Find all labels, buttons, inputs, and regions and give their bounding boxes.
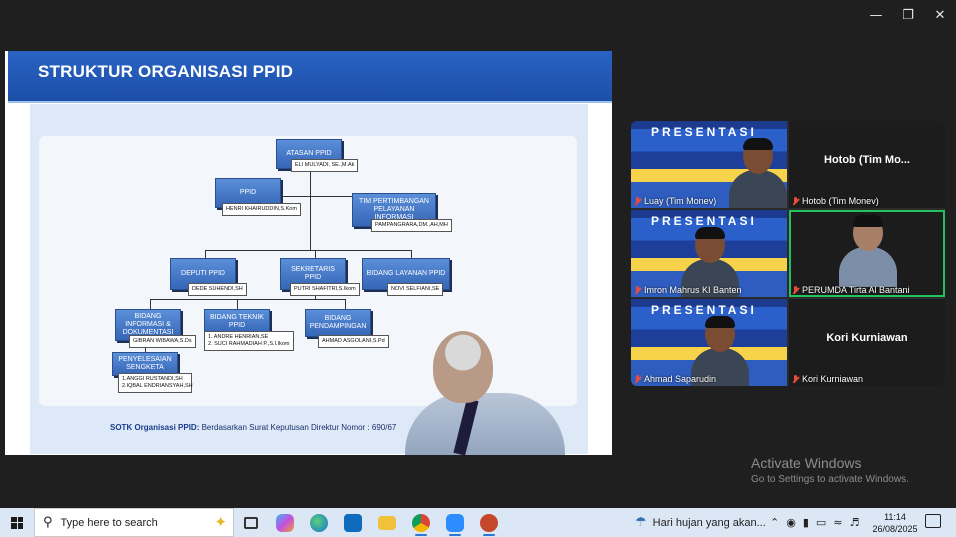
taskbar: ⚲ Type here to search ✦ ☂ Hari hujan yan… [0,508,956,537]
presenter-video [405,331,565,455]
chevron-up-icon[interactable]: ⌃ [770,516,779,529]
system-tray: ⌃ ◉ ▮ ▭ ≈ ♬ [770,508,859,537]
search-icon: ⚲ [43,515,53,530]
mic-muted-icon [634,285,641,295]
bidang-pendampingan-box: BIDANG PENDAMPINGAN [305,309,371,337]
close-icon[interactable]: ✕ [924,0,956,30]
ppid-name: HENRI KHAIRUDDIN,S.Kom [222,203,301,216]
slide-title: STRUKTUR ORGANISASI PPID [8,51,612,103]
sekretaris-ppid-name: PUTRI SHAFITRI,S.Ikom [290,283,360,296]
notification-icon[interactable] [925,514,941,528]
microphone-icon[interactable]: ▮ [803,516,809,529]
shared-screen: STRUKTUR ORGANISASI PPID ATASAN PPID ELI… [5,51,612,455]
weather-widget[interactable]: ☂ Hari hujan yang akan... [635,508,766,537]
wifi-icon[interactable]: ≈ [833,516,842,529]
powerpoint-icon[interactable] [472,508,506,537]
bidang-pendampingan-name: AHMAD ASGOLANI,S.Pd [318,335,389,348]
mic-muted-icon [634,374,641,384]
zoom-icon[interactable] [438,508,472,537]
bidang-layanan-name: NOVI SELFIANI,SE [387,283,444,296]
file-explorer-icon[interactable] [370,508,404,537]
outlook-icon[interactable] [336,508,370,537]
windows-logo-icon [11,516,23,529]
sparkle-icon: ✦ [214,514,227,531]
activate-windows-watermark: Activate Windows Go to Settings to activ… [751,455,909,485]
battery-icon[interactable]: ▭ [816,516,826,529]
atasan-ppid-name: ELI MULYADI, SE.,M.Ak [291,159,359,172]
taskbar-search[interactable]: ⚲ Type here to search ✦ [34,508,234,537]
edge-icon[interactable] [302,508,336,537]
participant-tile[interactable]: PRESENTASI Imron Mahrus KI Banten [631,210,787,297]
participant-tile[interactable]: Hotob (Tim Mo... Hotob (Tim Monev) [789,121,945,208]
task-view-icon[interactable] [234,508,268,537]
participant-tile[interactable]: PRESENTASI Luay (Tim Monev) [631,121,787,208]
mic-muted-icon [792,196,799,206]
penyelesaian-sengketa-names: 1.ANGGI RUSTANDI,SH 2.IQBAL ENDRIANSYAH,… [118,373,193,393]
chrome-icon[interactable] [404,508,438,537]
clock[interactable]: 11:14 26/08/2025 [870,511,920,535]
bidang-informasi-name: GIBRAN WIBAWA,S.Ds [129,335,196,348]
bidang-teknik-names: 1. ANDRE HENRIAN,SE 2. SUCI RAHMADIAH P.… [204,331,294,351]
tim-pertimbangan-name: PAMPANGRARA,DM.,AH,MH [371,219,452,232]
search-placeholder: Type here to search [60,516,158,529]
participant-tile[interactable]: Kori Kurniawan Kori Kurniawan [789,299,945,386]
desktop: — ❐ ✕ STRUKTUR ORGANISASI PPID ATASAN PP… [0,0,956,537]
participant-grid: PRESENTASI Luay (Tim Monev) Hotob (Tim M… [631,121,945,386]
participant-tile-selected[interactable]: PERUMDA Tirta Al Bantani [789,210,945,297]
restore-icon[interactable]: ❐ [892,0,924,30]
camera-icon[interactable]: ◉ [786,516,796,529]
window-controls: — ❐ ✕ [860,0,956,30]
slide-caption: SOTK Organisasi PPID: Berdasarkan Surat … [110,423,397,432]
copilot-icon[interactable] [268,508,302,537]
mic-muted-icon [792,285,799,295]
rain-cloud-icon: ☂ [635,515,647,530]
mic-muted-icon [634,196,641,206]
mic-muted-icon [792,374,799,384]
minimize-icon[interactable]: — [860,0,892,30]
start-button[interactable] [0,508,34,537]
speaker-icon[interactable]: ♬ [850,516,860,529]
participant-tile[interactable]: PRESENTASI Ahmad Saparudin [631,299,787,386]
deputi-ppid-name: DEDE SUHENDI,SH [188,283,247,296]
